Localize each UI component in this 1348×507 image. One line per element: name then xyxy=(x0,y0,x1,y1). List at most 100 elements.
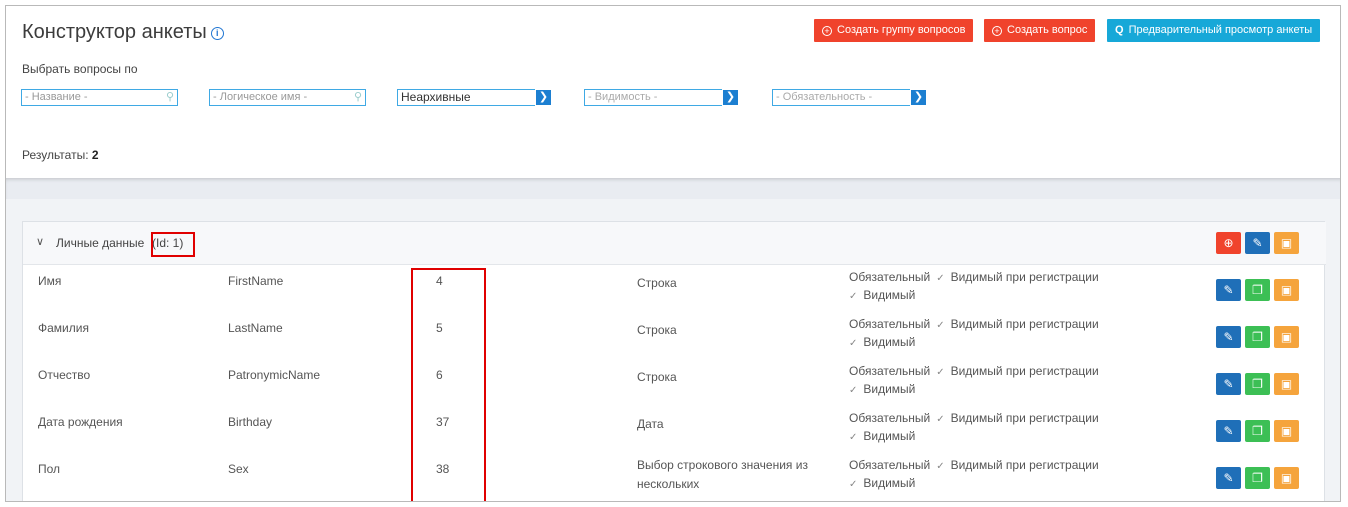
logical-name-filter-placeholder: - Логическое имя - xyxy=(213,91,308,103)
archive-icon: ▣ xyxy=(1280,377,1293,391)
results-count: Результаты: 2 xyxy=(22,148,99,162)
name-filter-placeholder: - Название - xyxy=(25,91,88,103)
edit-question-button[interactable]: ✎ xyxy=(1216,420,1241,442)
preview-button[interactable]: Q Предварительный просмотр анкеты xyxy=(1107,19,1321,42)
search-icon: ⚲ xyxy=(165,91,174,103)
chevron-right-icon: ❯ xyxy=(535,89,552,106)
pencil-icon: ✎ xyxy=(1223,330,1234,344)
create-question-button[interactable]: + Создать вопрос xyxy=(984,19,1096,42)
archive-icon: ▣ xyxy=(1280,471,1293,485)
question-logical-name: PatronymicName xyxy=(228,368,321,382)
group-header[interactable]: ∨ Личные данные (Id: 1) ⊕ ✎ ▣ xyxy=(23,222,1326,265)
archive-question-button[interactable]: ▣ xyxy=(1274,373,1299,395)
copy-question-button[interactable]: ❐ xyxy=(1245,279,1270,301)
page-title: Конструктор анкеты i xyxy=(22,21,224,44)
filters-label: Выбрать вопросы по xyxy=(22,62,138,76)
visibility-filter-select[interactable]: - Видимость - ❯ xyxy=(584,89,739,106)
question-name: Отчество xyxy=(38,368,91,382)
name-filter-input[interactable]: - Название - ⚲ xyxy=(21,89,178,106)
edit-question-button[interactable]: ✎ xyxy=(1216,373,1241,395)
question-logical-name: LastName xyxy=(228,321,283,335)
copy-icon: ❐ xyxy=(1252,330,1263,344)
table-row: Пол Sex 38 Выбор строкового значения из … xyxy=(23,454,1326,501)
info-icon[interactable]: i xyxy=(210,27,224,40)
check-icon: ✓ xyxy=(936,320,945,331)
results-label: Результаты: xyxy=(22,148,89,162)
copy-icon: ❐ xyxy=(1252,377,1263,391)
edit-question-button[interactable]: ✎ xyxy=(1216,279,1241,301)
highlight-box-group-id xyxy=(151,232,195,257)
required-filter-select[interactable]: - Обязательность - ❯ xyxy=(772,89,927,106)
chevron-right-icon: ❯ xyxy=(722,89,739,106)
copy-question-button[interactable]: ❐ xyxy=(1245,326,1270,348)
results-value: 2 xyxy=(91,148,99,162)
preview-label: Предварительный просмотр анкеты xyxy=(1128,24,1313,36)
plus-circle-icon: + xyxy=(822,26,832,36)
pencil-icon: ✎ xyxy=(1223,283,1234,297)
check-icon: ✓ xyxy=(936,461,945,472)
question-flags: Обязательный ✓ Видимый при регистрации ✓ Ви… xyxy=(849,457,1179,493)
archive-group-button[interactable]: ▣ xyxy=(1274,232,1299,254)
pencil-icon: ✎ xyxy=(1252,236,1263,250)
archive-question-button[interactable]: ▣ xyxy=(1274,420,1299,442)
question-type: Дата xyxy=(637,417,664,431)
visible-flag: Видимый xyxy=(863,476,916,490)
archive-icon: ▣ xyxy=(1280,283,1293,297)
create-group-button[interactable]: + Создать группу вопросов xyxy=(814,19,974,42)
check-icon: ✓ xyxy=(936,367,945,378)
check-icon: ✓ xyxy=(849,291,858,302)
edit-group-button[interactable]: ✎ xyxy=(1245,232,1270,254)
edit-question-button[interactable]: ✎ xyxy=(1216,326,1241,348)
create-group-label: Создать группу вопросов xyxy=(837,24,966,36)
archive-icon: ▣ xyxy=(1280,424,1293,438)
question-logical-name: Sex xyxy=(228,462,249,476)
check-icon: ✓ xyxy=(849,338,858,349)
archive-question-button[interactable]: ▣ xyxy=(1274,279,1299,301)
archive-filter-value: Неархивные xyxy=(401,90,471,104)
visible-flag: Видимый xyxy=(863,382,916,396)
check-icon: ✓ xyxy=(849,432,858,443)
table-row: Имя FirstName 4 Строка Обязательный ✓ Види… xyxy=(23,266,1326,313)
copy-question-button[interactable]: ❐ xyxy=(1245,420,1270,442)
visible-reg-flag: Видимый при регистрации xyxy=(950,270,1099,284)
chevron-right-icon: ❯ xyxy=(910,89,927,106)
plus-circle-icon: + xyxy=(992,26,1002,36)
visible-flag: Видимый xyxy=(863,288,916,302)
archive-filter-select[interactable]: Неархивные ❯ xyxy=(397,89,552,106)
archive-question-button[interactable]: ▣ xyxy=(1274,467,1299,489)
question-flags: Обязательный ✓ Видимый при регистрации ✓ Ви… xyxy=(849,316,1179,352)
question-logical-name: Birthday xyxy=(228,415,273,429)
check-icon: ✓ xyxy=(936,414,945,425)
question-logical-name: FirstName xyxy=(228,274,284,288)
question-name: Имя xyxy=(38,274,62,288)
visible-flag: Видимый xyxy=(863,429,916,443)
pencil-icon: ✎ xyxy=(1223,471,1234,485)
required-flag: Обязательный xyxy=(849,270,931,284)
filter-card: Конструктор анкеты i + Создать группу вопр… xyxy=(6,6,1340,178)
search-icon: ⚲ xyxy=(353,91,362,103)
copy-icon: ❐ xyxy=(1252,424,1263,438)
visible-flag: Видимый xyxy=(863,335,916,349)
visible-reg-flag: Видимый при регистрации xyxy=(950,364,1099,378)
question-type: Строка xyxy=(637,323,677,337)
logical-name-filter-input[interactable]: - Логическое имя - ⚲ xyxy=(209,89,366,106)
visibility-filter-placeholder: - Видимость - xyxy=(588,91,658,103)
pencil-icon: ✎ xyxy=(1223,377,1234,391)
edit-question-button[interactable]: ✎ xyxy=(1216,467,1241,489)
divider-band xyxy=(6,178,1340,199)
copy-question-button[interactable]: ❐ xyxy=(1245,467,1270,489)
question-type: Строка xyxy=(637,276,677,290)
chevron-down-icon[interactable]: ∨ xyxy=(36,235,44,248)
pencil-icon: ✎ xyxy=(1223,424,1234,438)
table-row: Фамилия LastName 5 Строка Обязательный ✓ В… xyxy=(23,313,1326,360)
add-question-button[interactable]: ⊕ xyxy=(1216,232,1241,254)
question-flags: Обязательный ✓ Видимый при регистрации ✓ Ви… xyxy=(849,269,1179,305)
question-name: Пол xyxy=(38,462,61,476)
table-row: Дата рождения Birthday 37 Дата Обязатель… xyxy=(23,407,1326,454)
question-group-panel: ∨ Личные данные (Id: 1) ⊕ ✎ ▣ Имя FirstN… xyxy=(22,221,1326,501)
archive-question-button[interactable]: ▣ xyxy=(1274,326,1299,348)
copy-question-button[interactable]: ❐ xyxy=(1245,373,1270,395)
highlight-box-question-ids xyxy=(411,268,486,501)
visible-reg-flag: Видимый при регистрации xyxy=(950,411,1099,425)
create-question-label: Создать вопрос xyxy=(1007,24,1088,36)
